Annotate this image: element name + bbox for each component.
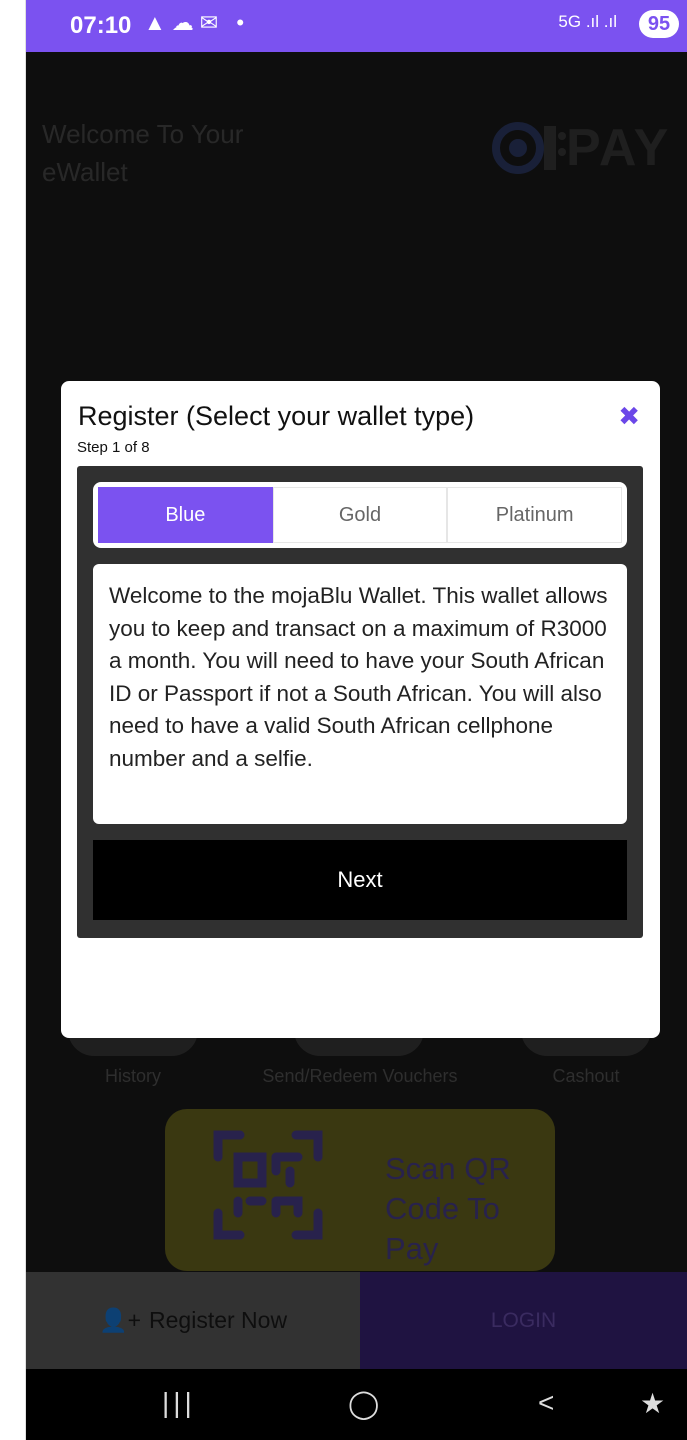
status-bar: 07:10 ▲☁✉ • 5G .ıl .ıl 95 <box>26 0 687 52</box>
tab-gold[interactable]: Gold <box>272 487 448 543</box>
wallet-type-panel: Blue Gold Platinum Welcome to the mojaBl… <box>77 466 643 938</box>
wallet-type-tabs: Blue Gold Platinum <box>93 482 627 548</box>
tab-blue[interactable]: Blue <box>98 487 273 543</box>
register-dialog: Register (Select your wallet type) Step … <box>61 381 660 1038</box>
status-time: 07:10 <box>70 12 132 39</box>
home-icon[interactable]: ◯ <box>348 1387 379 1420</box>
next-button[interactable]: Next <box>93 840 627 920</box>
step-indicator: Step 1 of 8 <box>77 439 150 456</box>
wallet-description: Welcome to the mojaBlu Wallet. This wall… <box>93 564 627 824</box>
tab-platinum[interactable]: Platinum <box>447 487 623 543</box>
signal-icon: 5G .ıl .ıl <box>558 12 617 31</box>
close-icon[interactable]: ✖ <box>618 401 640 432</box>
dialog-title: Register (Select your wallet type) <box>78 401 475 431</box>
back-icon[interactable]: < <box>538 1387 554 1419</box>
left-margin <box>0 0 26 1440</box>
accessibility-icon[interactable]: ★ <box>640 1387 665 1420</box>
battery-icon: 95 <box>639 10 679 38</box>
phone-screen: 07:10 ▲☁✉ • 5G .ıl .ıl 95 Welcome To You… <box>26 0 687 1440</box>
notification-icons: ▲☁✉ • <box>144 10 251 35</box>
system-nav-bar: ||| ◯ < ★ <box>26 1369 687 1440</box>
recent-apps-icon[interactable]: ||| <box>162 1387 196 1419</box>
